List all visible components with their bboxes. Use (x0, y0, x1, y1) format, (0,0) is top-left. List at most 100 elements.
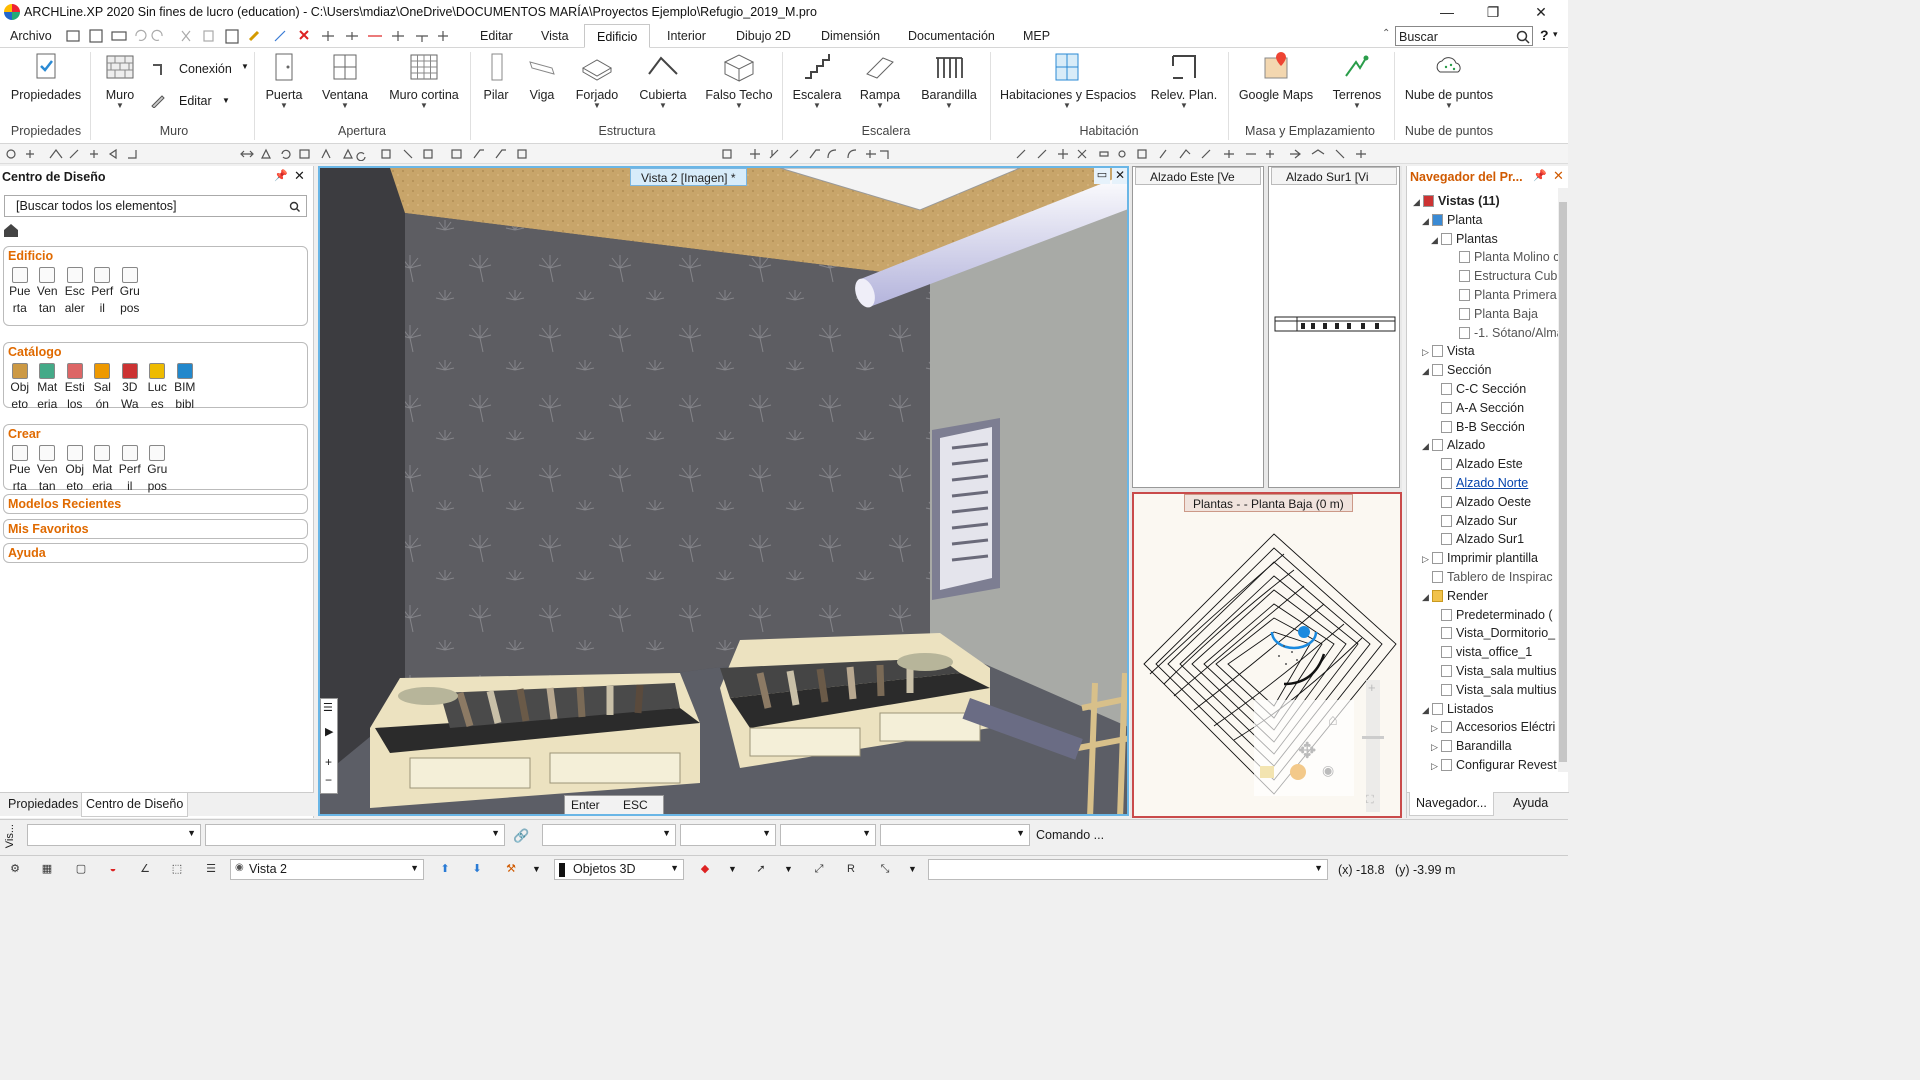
style-select[interactable]: ▼ (205, 824, 505, 846)
expander-icon[interactable]: ◢ (1413, 193, 1423, 211)
alzado-este-view[interactable]: Alzado Este [Ve (1132, 166, 1264, 488)
tree-item[interactable]: Predeterminado ( (1431, 606, 1553, 624)
catalogo-item[interactable]: Esti los (61, 361, 89, 413)
settings-icon[interactable]: ⚙ (4, 859, 26, 879)
tree-item[interactable]: ▷ Barandilla (1431, 737, 1512, 755)
enter-button[interactable]: Enter (571, 798, 600, 812)
select-icon[interactable]: ⬚ (166, 859, 188, 879)
tree-item[interactable]: ◢ Planta (1422, 211, 1482, 229)
tree-item[interactable]: B-B Sección (1431, 418, 1525, 436)
search-input[interactable]: Buscar (1399, 30, 1438, 44)
navigation-widget[interactable]: ✥ ⌂ ◉ (1254, 700, 1354, 796)
eraser-icon[interactable]: ◆ (694, 859, 716, 879)
propiedades-button[interactable]: Propiedades (8, 50, 84, 102)
expander-icon[interactable]: ◢ (1431, 231, 1441, 249)
tree-item[interactable]: A-A Sección (1431, 399, 1524, 417)
menu-tab-dibujo2d[interactable]: Dibujo 2D (732, 24, 795, 48)
section-favoritos[interactable]: Mis Favoritos (3, 519, 308, 539)
plantas-view[interactable]: Plantas - - Planta Baja (0 m) ✥ ⌂ ◉ + ⛶ (1132, 492, 1402, 818)
fit-view-icon[interactable]: ⛶ (1366, 794, 1374, 807)
linetype-select[interactable]: ▼ (680, 824, 776, 846)
angle-icon[interactable]: ∠ (134, 859, 156, 879)
menu-archivo[interactable]: Archivo (6, 24, 56, 48)
editar-button[interactable]: Editar (179, 94, 212, 108)
crear-item[interactable]: Pue rta (6, 443, 34, 495)
menu-tab-mep[interactable]: MEP (1019, 24, 1054, 48)
edificio-item[interactable]: Ven tan (34, 265, 62, 317)
expander-icon[interactable]: ◢ (1422, 701, 1432, 719)
conexion-button[interactable]: Conexión (179, 62, 232, 76)
expander-icon[interactable]: ▷ (1431, 738, 1441, 756)
pin-icon[interactable]: 📌 (274, 169, 288, 182)
tree-item[interactable]: Alzado Norte (1431, 474, 1528, 492)
expander-icon[interactable]: ◢ (1422, 437, 1432, 455)
layer-icon[interactable] (1260, 766, 1274, 778)
falso-techo-button[interactable]: Falso Techo ▼ (704, 50, 774, 110)
ruler-icon[interactable]: R (840, 859, 862, 879)
view-selector[interactable]: ◉ Vista 2 ▼ (230, 859, 424, 880)
tree-item[interactable]: Planta Primera (1449, 286, 1557, 304)
conexion-dropdown-icon[interactable]: ▼ (241, 62, 249, 71)
magnet-icon[interactable]: ◒ (102, 859, 124, 879)
help-dropdown-icon[interactable]: ▾ (1553, 29, 1558, 40)
zoom-in-icon[interactable]: + (1368, 680, 1376, 695)
terrenos-button[interactable]: Terrenos ▼ (1330, 50, 1384, 110)
tab-ayuda[interactable]: Ayuda (1509, 792, 1552, 816)
object-filter[interactable]: Objetos 3D ▼ (554, 859, 684, 880)
tree-item[interactable]: vista_office_1 (1431, 643, 1532, 661)
section-title[interactable]: Edificio (4, 247, 307, 265)
measure-icon[interactable]: ⤢ (808, 859, 830, 879)
pilar-button[interactable]: Pilar (480, 50, 512, 102)
section-recientes[interactable]: Modelos Recientes (3, 494, 308, 514)
tree-item[interactable]: Vista_Dormitorio_ (1431, 624, 1555, 642)
zoom-slider[interactable]: + ⛶ (1362, 680, 1384, 812)
zoom-in-icon[interactable]: + (325, 755, 332, 769)
main-3d-view[interactable]: Vista 2 [Imagen] * ▭ ✕ ☰ ▶ + − Enter ESC (318, 166, 1129, 816)
expander-icon[interactable]: ▷ (1422, 550, 1432, 568)
tree-item[interactable]: Planta Molino c (1449, 248, 1559, 266)
tree-item[interactable]: Alzado Oeste (1431, 493, 1531, 511)
habitaciones-button[interactable]: Habitaciones y Espacios ▼ (1000, 50, 1136, 110)
view-title[interactable]: Vista 2 [Imagen] * (630, 168, 747, 186)
edificio-item[interactable]: Gru pos (116, 265, 144, 317)
list-view-icon[interactable]: ☰ (200, 859, 222, 879)
tree-item[interactable]: ◢ Render (1422, 587, 1488, 605)
dropdown-icon[interactable]: ▼ (532, 864, 541, 874)
snap-icon[interactable]: ⤡ (874, 859, 896, 879)
navigator-scrollbar[interactable] (1558, 188, 1568, 772)
muro-cortina-button[interactable]: Muro cortina ▼ (386, 50, 462, 110)
crear-item[interactable]: Obj eto (61, 443, 89, 495)
tree-item[interactable]: ▷ Accesorios Eléctri (1431, 718, 1555, 736)
draw-tools[interactable] (720, 147, 900, 161)
cubierta-button[interactable]: Cubierta ▼ (636, 50, 690, 110)
expander-icon[interactable]: ◢ (1422, 362, 1432, 380)
tree-item[interactable]: Alzado Este (1431, 455, 1523, 473)
tree-item[interactable]: Alzado Sur (1431, 512, 1517, 530)
frame-icon[interactable]: ▢ (70, 859, 92, 879)
tree-item[interactable]: ◢ Alzado (1422, 436, 1485, 454)
help-button[interactable]: ? (1540, 27, 1549, 43)
relev-plan-button[interactable]: Relev. Plan. ▼ (1150, 50, 1218, 110)
view-title[interactable]: Plantas - - Planta Baja (0 m) (1184, 494, 1353, 512)
tree-item[interactable]: Tablero de Inspirac (1422, 568, 1553, 586)
sun-icon[interactable] (1290, 764, 1306, 780)
catalogo-item[interactable]: Mat eria (34, 361, 62, 413)
catalogo-item[interactable]: 3D Wa (116, 361, 144, 413)
tree-item[interactable]: C-C Sección (1431, 380, 1526, 398)
tab-navegador[interactable]: Navegador... (1409, 792, 1494, 816)
menu-tab-vista[interactable]: Vista (537, 24, 573, 48)
zoom-slider-thumb[interactable] (1362, 736, 1384, 739)
search-box[interactable]: Buscar (1395, 26, 1533, 46)
crear-item[interactable]: Gru pos (144, 443, 172, 495)
section-title[interactable]: Crear (4, 425, 307, 443)
tree-item[interactable]: -1. Sótano/Alma (1449, 324, 1564, 342)
dropdown-icon[interactable]: ▼ (728, 864, 737, 874)
close-panel-icon[interactable]: ✕ (1553, 168, 1564, 184)
menu-tab-interior[interactable]: Interior (663, 24, 710, 48)
edificio-item[interactable]: Pue rta (6, 265, 34, 317)
expander-icon[interactable]: ◢ (1422, 212, 1432, 230)
orbit-icon[interactable]: ⌂ (1328, 712, 1338, 730)
design-search-box[interactable]: [Buscar todos los elementos] (4, 195, 307, 217)
menu-tab-documentacion[interactable]: Documentación (904, 24, 999, 48)
dropdown-icon[interactable]: ▼ (784, 864, 793, 874)
